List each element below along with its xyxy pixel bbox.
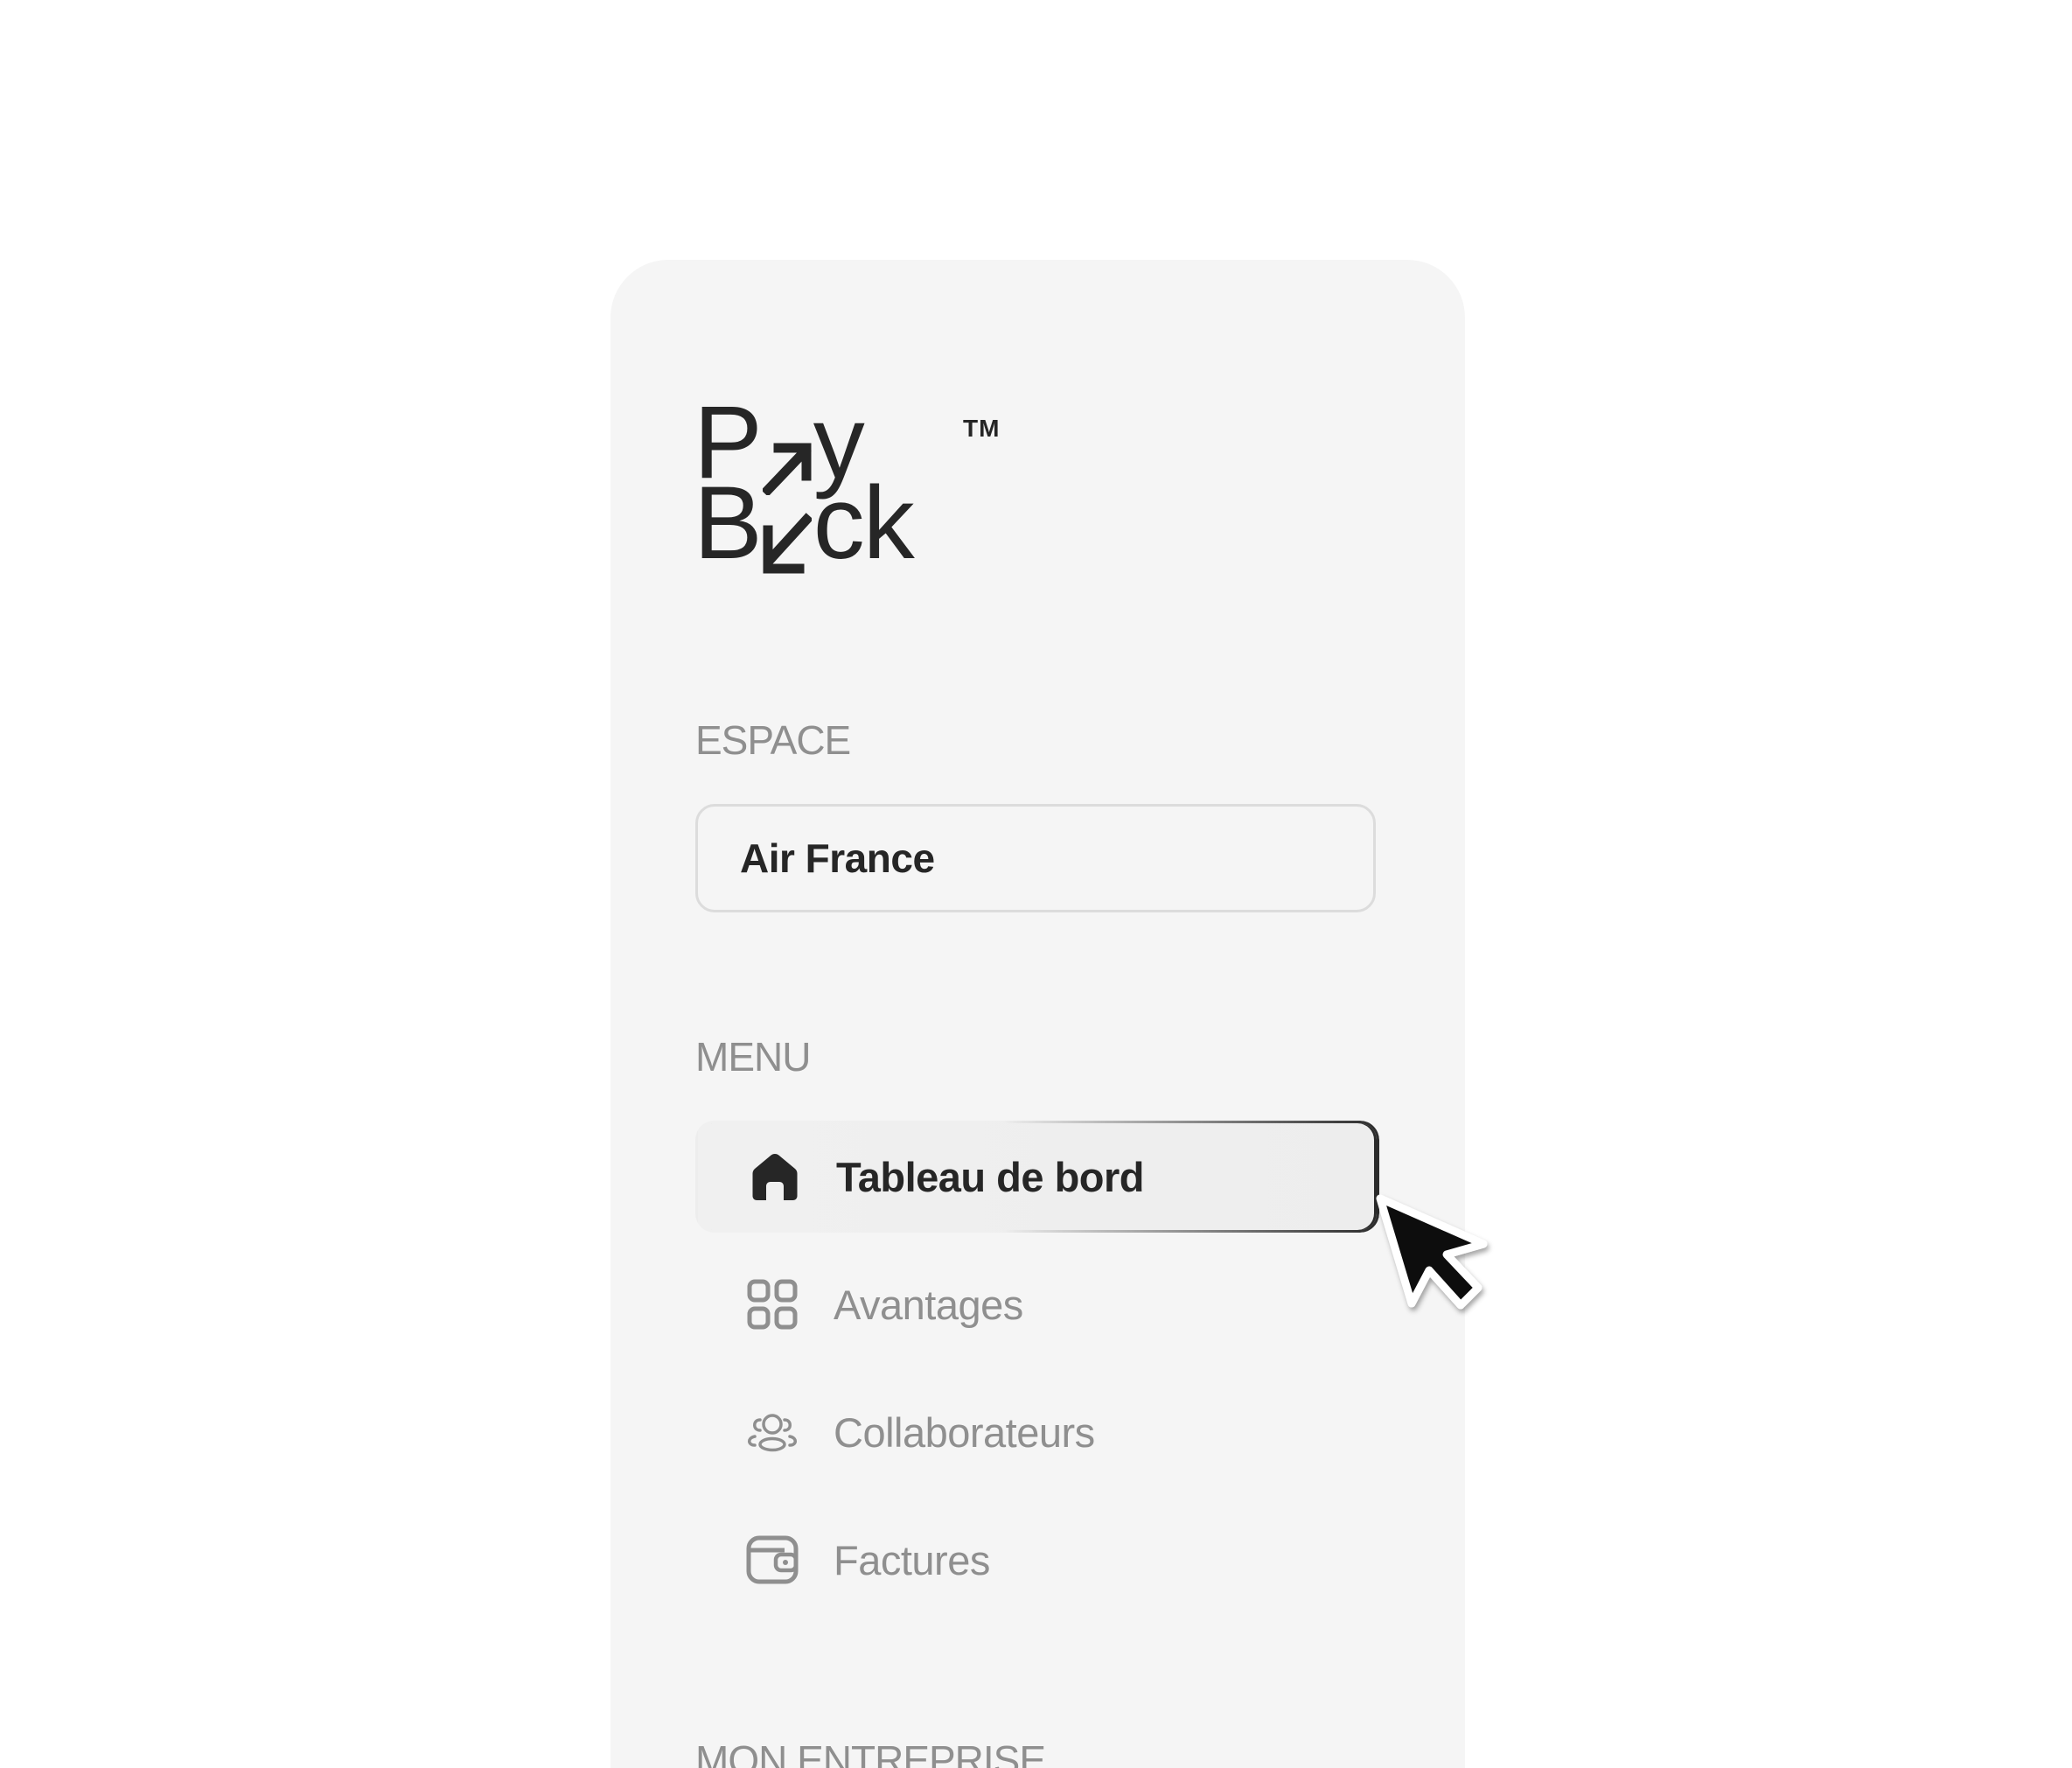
users-icon [746,1406,799,1458]
menu-item-tableau-de-bord[interactable]: Tableau de bord [695,1121,1379,1233]
space-selector-value: Air France [740,835,935,881]
payback-logo[interactable]: P y B ck TM [694,391,999,581]
page: P y B ck TM ESPACE Air France MENU Table… [0,0,2072,1768]
menu-item-collaborateurs[interactable]: Collaborateurs [695,1376,1379,1488]
menu-item-label: Collaborateurs [834,1408,1095,1456]
arrow-up-right-icon [760,416,812,497]
sidebar: P y B ck TM ESPACE Air France MENU Table… [610,260,1465,1768]
arrow-down-left-icon [763,497,813,574]
grid-icon [746,1278,799,1331]
trademark-symbol: TM [963,415,1001,442]
menu-item-avantages[interactable]: Avantages [695,1248,1379,1360]
menu-item-label: Tableau de bord [836,1153,1145,1200]
menu-item-factures[interactable]: Factures [695,1504,1379,1616]
section-label-menu: MENU [695,1034,811,1080]
space-selector[interactable]: Air France [695,804,1376,912]
wallet-icon [746,1534,799,1586]
section-label-espace: ESPACE [695,717,851,763]
menu-item-label: Factures [834,1536,990,1583]
home-icon [749,1150,801,1203]
logo-line-2: B ck [694,465,915,581]
mouse-cursor-icon [1376,1194,1488,1310]
logo-letter: ck [813,465,915,581]
section-label-mon-entreprise: MON ENTREPRISE [695,1737,1046,1768]
logo-letter: B [694,465,763,581]
menu-item-label: Avantages [834,1281,1023,1328]
